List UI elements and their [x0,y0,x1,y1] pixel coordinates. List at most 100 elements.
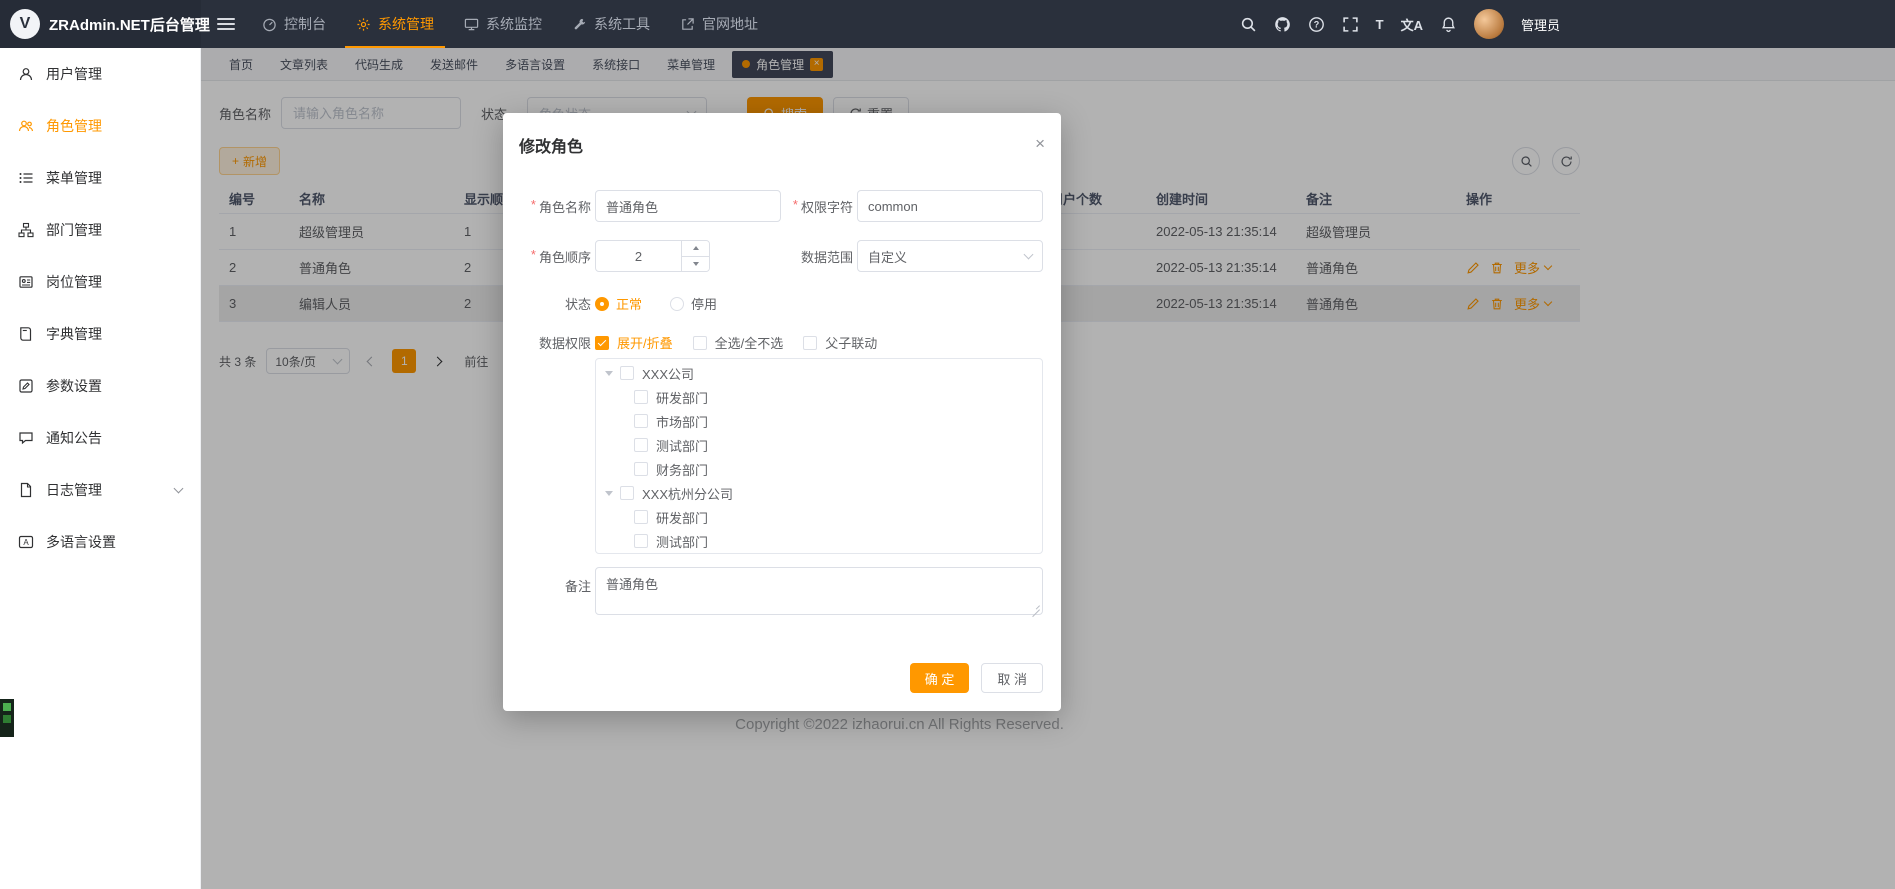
username-label[interactable]: 管理员 [1521,15,1560,34]
edit-role-dialog: 修改角色 × *角色名称 *权限字符 *角色顺序 2 [503,113,1061,711]
sidebar-item-log-mgmt[interactable]: 日志管理 [0,464,200,516]
sidebar-item-dept-mgmt[interactable]: 部门管理 [0,204,200,256]
tree-node: 测试部门 [596,433,1042,457]
dialog-close-icon[interactable]: × [1035,135,1045,152]
tree-expand-icon[interactable] [605,371,613,376]
fullscreen-icon[interactable] [1342,16,1359,33]
bell-icon[interactable] [1440,16,1457,33]
sidebar-item-notice[interactable]: 通知公告 [0,412,200,464]
stepper-up-button[interactable] [682,241,709,257]
data-scope-select[interactable]: 自定义 [857,240,1043,272]
required-mark: * [531,247,536,266]
tree-node-checkbox[interactable] [620,366,634,380]
gear-icon [356,17,371,32]
tree-node: XXX公司 [596,361,1042,385]
dashboard-icon [262,17,277,32]
data-permission-label: 数据权限 [519,333,591,352]
message-icon [18,430,34,446]
status-normal-label: 正常 [616,294,642,313]
sidebar-toggle-icon[interactable] [217,18,235,30]
remark-textarea[interactable]: 普通角色 [595,567,1043,615]
sidebar-item-role-mgmt[interactable]: 角色管理 [0,100,200,152]
tree-node-checkbox[interactable] [634,390,648,404]
font-size-icon[interactable]: T [1376,17,1384,32]
badge-icon [18,274,34,290]
sidebar: 用户管理 角色管理 菜单管理 部门管理 岗位管理 字典管理 参数设置 通知公告 [0,48,201,889]
role-key-input[interactable] [857,190,1043,222]
dialog-footer: 确 定 取 消 [910,663,1043,693]
role-name-label: *角色名称 [519,197,591,216]
required-mark: * [793,197,798,216]
org-tree-icon [18,222,34,238]
user-avatar[interactable] [1474,9,1504,39]
chevron-down-icon [1024,249,1034,259]
monitor-icon [464,17,479,32]
caret-up-icon [693,246,699,250]
tree-node-checkbox[interactable] [634,534,648,548]
document-icon [18,482,34,498]
sidebar-item-i18n-settings[interactable]: A 多语言设置 [0,516,200,568]
search-icon[interactable] [1240,16,1257,33]
confirm-button[interactable]: 确 定 [910,663,970,693]
status-disabled-radio[interactable] [670,297,684,311]
dialog-title: 修改角色 [519,139,583,156]
tree-node-checkbox[interactable] [620,486,634,500]
edit-square-icon [18,378,34,394]
data-scope-label: 数据范围 [781,247,853,266]
users-icon [18,118,34,134]
sidebar-item-user-mgmt[interactable]: 用户管理 [0,48,200,100]
dialog-header: 修改角色 × [503,113,1061,163]
tree-node-checkbox[interactable] [634,414,648,428]
svg-text:?: ? [1313,19,1319,29]
help-icon[interactable]: ? [1308,16,1325,33]
remark-label: 备注 [519,576,591,595]
external-link-icon [680,17,695,32]
app-logo[interactable]: V ZRAdmin.NET后台管理 [0,0,201,48]
tree-node-checkbox[interactable] [634,510,648,524]
dialog-body: *角色名称 *权限字符 *角色顺序 2 [503,163,1061,615]
github-icon[interactable] [1274,16,1291,33]
nav-system-mgmt[interactable]: 系统管理 [345,0,445,48]
top-nav: 控制台 系统管理 系统监控 系统工具 官网地址 [251,0,769,48]
nav-website-link[interactable]: 官网地址 [669,0,769,48]
sidebar-item-menu-mgmt[interactable]: 菜单管理 [0,152,200,204]
select-all-checkbox[interactable] [693,336,707,350]
translate-icon: A [18,534,34,550]
nav-dashboard[interactable]: 控制台 [251,0,337,48]
cancel-button[interactable]: 取 消 [981,663,1043,693]
sidebar-item-dict-mgmt[interactable]: 字典管理 [0,308,200,360]
list-icon [18,170,34,186]
sidebar-item-param-settings[interactable]: 参数设置 [0,360,200,412]
svg-text:A: A [23,538,29,547]
resize-handle[interactable] [1031,601,1040,610]
required-mark: * [531,197,536,216]
language-icon[interactable]: 文A [1401,15,1423,34]
parent-child-checkbox[interactable] [803,336,817,350]
tree-node: 研发部门 [596,505,1042,529]
permission-tree: XXX公司 研发部门 市场部门 测试部门 财务部门 [595,358,1043,554]
tree-node-checkbox[interactable] [634,438,648,452]
corner-tool-icon[interactable] [0,699,14,737]
wrench-icon [572,17,587,32]
status-label: 状态 [519,294,591,313]
tree-expand-icon[interactable] [605,491,613,496]
tree-options: 展开/折叠 全选/全不选 父子联动 [595,333,877,352]
status-radio-group: 正常 停用 [595,294,717,313]
caret-down-icon [693,262,699,266]
tree-node: 研发部门 [596,385,1042,409]
stepper-down-button[interactable] [682,257,709,272]
book-icon [18,326,34,342]
role-order-stepper[interactable]: 2 [595,240,710,272]
role-order-label: *角色顺序 [519,247,591,266]
app-root: V ZRAdmin.NET后台管理 控制台 系统管理 系统监控 系统工具 [0,0,1895,889]
nav-system-monitor[interactable]: 系统监控 [453,0,553,48]
tree-node-checkbox[interactable] [634,462,648,476]
tree-node: 测试部门 [596,529,1042,553]
nav-system-tools[interactable]: 系统工具 [561,0,661,48]
expand-collapse-checkbox[interactable] [595,336,609,350]
chevron-down-icon [174,483,184,493]
status-normal-radio[interactable] [595,297,609,311]
role-name-input[interactable] [595,190,781,222]
sidebar-item-post-mgmt[interactable]: 岗位管理 [0,256,200,308]
logo-icon: V [10,9,40,39]
